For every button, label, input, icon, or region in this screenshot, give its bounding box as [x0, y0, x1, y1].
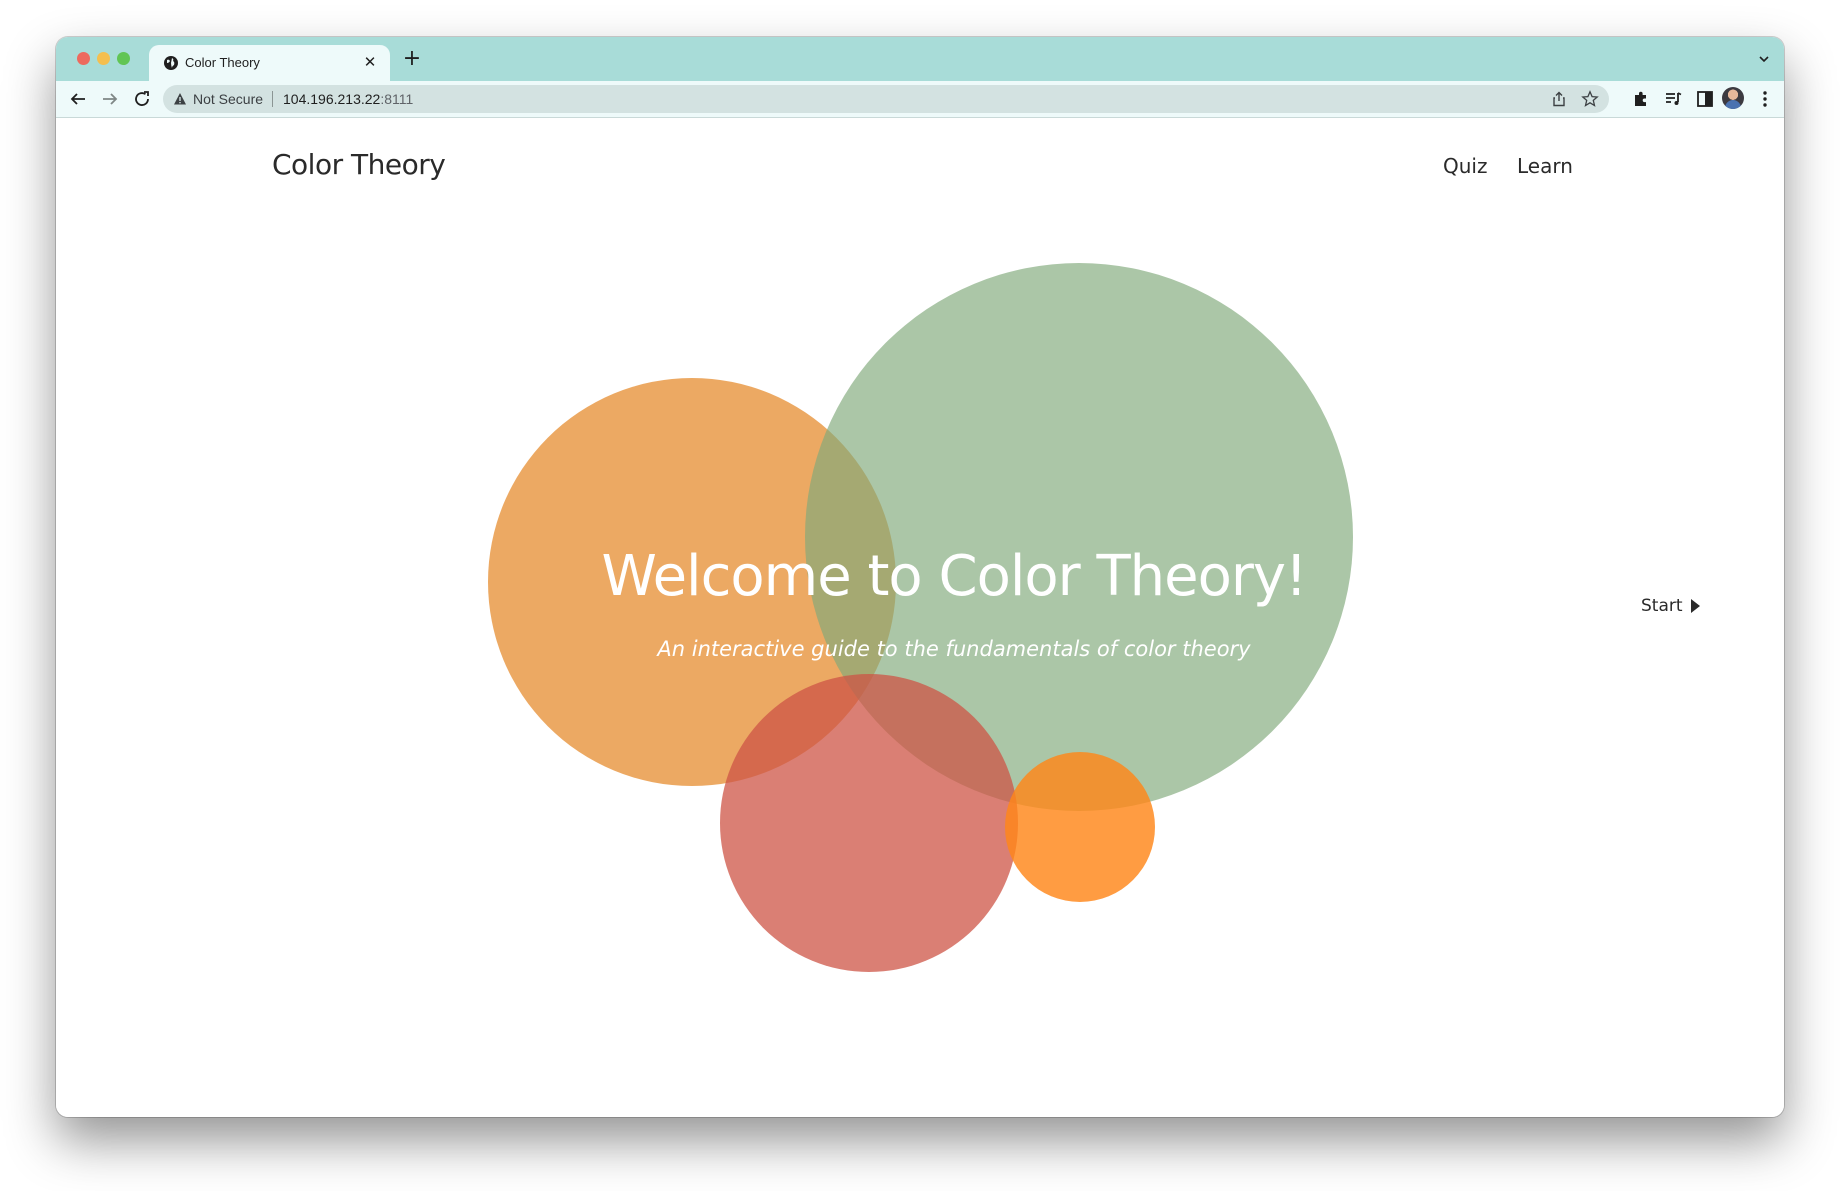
- nav-link-quiz[interactable]: Quiz: [1443, 154, 1487, 178]
- decorative-circle-red-medium: [720, 674, 1018, 972]
- profile-avatar[interactable]: [1722, 87, 1744, 109]
- extensions-puzzle-icon[interactable]: [1629, 87, 1653, 111]
- more-options-icon[interactable]: [1753, 87, 1777, 111]
- forward-arrow-icon[interactable]: [98, 87, 122, 111]
- media-queue-icon[interactable]: [1661, 87, 1685, 111]
- tab-title: Color Theory: [185, 55, 260, 70]
- security-label[interactable]: Not Secure: [193, 91, 263, 107]
- warning-triangle-icon: [174, 93, 186, 105]
- tab-strip: Color Theory ✕ +: [56, 37, 1784, 81]
- decorative-circle-orange-small: [1005, 752, 1155, 902]
- start-button[interactable]: Start: [1641, 596, 1700, 620]
- nav-link-learn[interactable]: Learn: [1517, 154, 1573, 178]
- side-panel-icon[interactable]: [1693, 87, 1717, 111]
- desktop-background: Color Theory ✕ + Not Secure 104.196.213.…: [0, 0, 1840, 1191]
- url-port: :8111: [380, 91, 414, 107]
- bookmark-star-icon[interactable]: [1581, 90, 1599, 108]
- url-text[interactable]: 104.196.213.22:8111: [283, 91, 413, 107]
- address-separator: [272, 91, 273, 107]
- browser-window: Color Theory ✕ + Not Secure 104.196.213.…: [56, 37, 1784, 1117]
- new-tab-button[interactable]: +: [400, 47, 424, 71]
- browser-tab-active[interactable]: Color Theory ✕: [149, 45, 390, 81]
- tab-close-icon[interactable]: ✕: [360, 52, 380, 72]
- start-button-label: Start: [1641, 596, 1683, 616]
- share-icon[interactable]: [1551, 91, 1567, 107]
- chevron-down-icon[interactable]: [1756, 51, 1772, 67]
- hero-title: Welcome to Color Theory!: [601, 544, 1307, 609]
- reload-icon[interactable]: [130, 87, 154, 111]
- web-page: Color Theory Quiz Learn Welcome to Color…: [56, 118, 1784, 1117]
- minimize-window-button[interactable]: [97, 52, 110, 65]
- globe-icon: [164, 56, 178, 70]
- browser-toolbar: Not Secure 104.196.213.22:8111: [56, 81, 1784, 118]
- hero-subtitle: An interactive guide to the fundamentals…: [657, 637, 1251, 661]
- close-window-button[interactable]: [77, 52, 90, 65]
- address-bar[interactable]: Not Secure 104.196.213.22:8111: [163, 85, 1609, 113]
- play-arrow-icon: [1690, 599, 1700, 613]
- zoom-window-button[interactable]: [117, 52, 130, 65]
- url-host: 104.196.213.22: [283, 91, 381, 107]
- site-title[interactable]: Color Theory: [272, 148, 446, 181]
- back-arrow-icon[interactable]: [66, 87, 90, 111]
